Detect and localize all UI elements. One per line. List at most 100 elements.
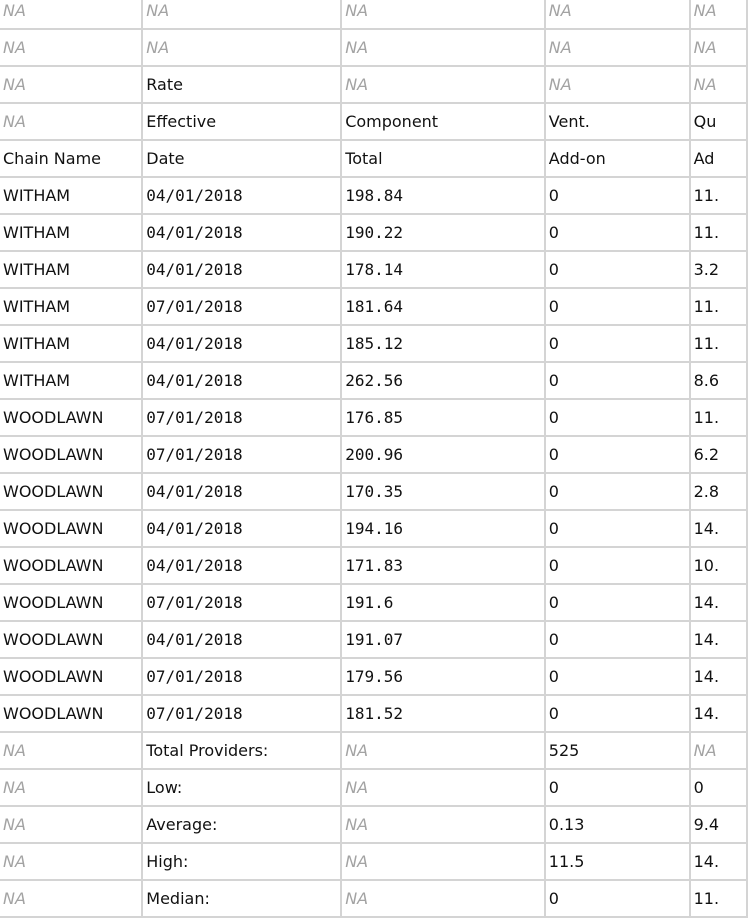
- grid-cell[interactable]: Average:: [142, 806, 343, 844]
- grid-cell[interactable]: 0: [544, 658, 691, 696]
- grid-cell[interactable]: NA: [142, 0, 343, 30]
- grid-cell[interactable]: 0: [544, 510, 691, 548]
- grid-cell[interactable]: 14.: [689, 695, 748, 733]
- grid-cell[interactable]: Rate: [142, 66, 343, 104]
- grid-cell[interactable]: WOODLAWN: [0, 399, 144, 437]
- grid-cell[interactable]: 0: [544, 473, 691, 511]
- grid-cell[interactable]: 07/01/2018: [142, 695, 343, 733]
- grid-cell[interactable]: 11.: [689, 880, 748, 918]
- grid-cell[interactable]: WITHAM: [0, 362, 144, 400]
- grid-cell[interactable]: 181.64: [341, 288, 546, 326]
- grid-cell[interactable]: 0: [544, 880, 691, 918]
- grid-cell[interactable]: NA: [689, 0, 748, 30]
- grid-cell[interactable]: 9.4: [689, 806, 748, 844]
- grid-cell[interactable]: 0.13: [544, 806, 691, 844]
- grid-cell[interactable]: 04/01/2018: [142, 177, 343, 215]
- grid-cell[interactable]: NA: [544, 29, 691, 67]
- grid-cell[interactable]: NA: [0, 103, 144, 141]
- grid-cell[interactable]: NA: [689, 29, 748, 67]
- grid-cell[interactable]: High:: [142, 843, 343, 881]
- grid-cell[interactable]: 3.2: [689, 251, 748, 289]
- grid-cell[interactable]: NA: [689, 732, 748, 770]
- grid-cell[interactable]: NA: [341, 880, 546, 918]
- grid-cell[interactable]: 0: [544, 547, 691, 585]
- grid-cell[interactable]: 14.: [689, 621, 748, 659]
- grid-cell[interactable]: 190.22: [341, 214, 546, 252]
- grid-cell[interactable]: 0: [544, 621, 691, 659]
- grid-cell[interactable]: Ad: [689, 140, 748, 178]
- grid-cell[interactable]: 2.8: [689, 473, 748, 511]
- grid-cell[interactable]: 11.: [689, 177, 748, 215]
- grid-cell[interactable]: NA: [0, 66, 144, 104]
- grid-cell[interactable]: 07/01/2018: [142, 658, 343, 696]
- grid-cell[interactable]: Add-on: [544, 140, 691, 178]
- grid-cell[interactable]: 0: [544, 288, 691, 326]
- grid-cell[interactable]: 185.12: [341, 325, 546, 363]
- grid-cell[interactable]: WITHAM: [0, 288, 144, 326]
- grid-cell[interactable]: Median:: [142, 880, 343, 918]
- grid-cell[interactable]: 11.5: [544, 843, 691, 881]
- grid-cell[interactable]: 176.85: [341, 399, 546, 437]
- grid-cell[interactable]: WITHAM: [0, 251, 144, 289]
- grid-cell[interactable]: 191.6: [341, 584, 546, 622]
- grid-cell[interactable]: 04/01/2018: [142, 510, 343, 548]
- grid-cell[interactable]: NA: [341, 0, 546, 30]
- grid-cell[interactable]: 0: [544, 584, 691, 622]
- grid-cell[interactable]: 04/01/2018: [142, 473, 343, 511]
- grid-cell[interactable]: NA: [689, 66, 748, 104]
- grid-cell[interactable]: 04/01/2018: [142, 547, 343, 585]
- grid-cell[interactable]: 0: [689, 769, 748, 807]
- grid-cell[interactable]: WOODLAWN: [0, 695, 144, 733]
- grid-cell[interactable]: NA: [341, 66, 546, 104]
- grid-cell[interactable]: 0: [544, 177, 691, 215]
- grid-cell[interactable]: NA: [0, 732, 144, 770]
- grid-cell[interactable]: 07/01/2018: [142, 584, 343, 622]
- grid-cell[interactable]: 198.84: [341, 177, 546, 215]
- grid-cell[interactable]: NA: [142, 29, 343, 67]
- grid-cell[interactable]: WOODLAWN: [0, 658, 144, 696]
- grid-cell[interactable]: 171.83: [341, 547, 546, 585]
- grid-cell[interactable]: 191.07: [341, 621, 546, 659]
- grid-cell[interactable]: NA: [341, 769, 546, 807]
- grid-cell[interactable]: NA: [0, 769, 144, 807]
- grid-cell[interactable]: NA: [0, 0, 144, 30]
- grid-cell[interactable]: 14.: [689, 658, 748, 696]
- grid-cell[interactable]: 0: [544, 251, 691, 289]
- grid-cell[interactable]: Vent.: [544, 103, 691, 141]
- grid-cell[interactable]: 04/01/2018: [142, 621, 343, 659]
- grid-cell[interactable]: NA: [544, 0, 691, 30]
- grid-cell[interactable]: 8.6: [689, 362, 748, 400]
- grid-cell[interactable]: 04/01/2018: [142, 251, 343, 289]
- grid-cell[interactable]: NA: [341, 29, 546, 67]
- grid-cell[interactable]: WITHAM: [0, 325, 144, 363]
- grid-cell[interactable]: 04/01/2018: [142, 325, 343, 363]
- grid-cell[interactable]: 0: [544, 436, 691, 474]
- grid-cell[interactable]: 0: [544, 399, 691, 437]
- grid-cell[interactable]: Total Providers:: [142, 732, 343, 770]
- grid-cell[interactable]: NA: [0, 843, 144, 881]
- grid-cell[interactable]: 04/01/2018: [142, 362, 343, 400]
- grid-cell[interactable]: NA: [0, 29, 144, 67]
- grid-cell[interactable]: 11.: [689, 399, 748, 437]
- grid-cell[interactable]: WOODLAWN: [0, 473, 144, 511]
- grid-cell[interactable]: Total: [341, 140, 546, 178]
- grid-cell[interactable]: NA: [544, 66, 691, 104]
- grid-cell[interactable]: 07/01/2018: [142, 436, 343, 474]
- grid-cell[interactable]: 194.16: [341, 510, 546, 548]
- grid-cell[interactable]: 07/01/2018: [142, 399, 343, 437]
- grid-cell[interactable]: 0: [544, 769, 691, 807]
- grid-cell[interactable]: 11.: [689, 214, 748, 252]
- grid-cell[interactable]: 11.: [689, 325, 748, 363]
- grid-cell[interactable]: WITHAM: [0, 214, 144, 252]
- grid-cell[interactable]: NA: [341, 806, 546, 844]
- grid-cell[interactable]: Effective: [142, 103, 343, 141]
- grid-cell[interactable]: NA: [0, 806, 144, 844]
- grid-cell[interactable]: WOODLAWN: [0, 547, 144, 585]
- grid-cell[interactable]: 11.: [689, 288, 748, 326]
- grid-cell[interactable]: 262.56: [341, 362, 546, 400]
- grid-cell[interactable]: 179.56: [341, 658, 546, 696]
- grid-cell[interactable]: NA: [341, 843, 546, 881]
- grid-cell[interactable]: Chain Name: [0, 140, 144, 178]
- grid-cell[interactable]: 0: [544, 214, 691, 252]
- grid-cell[interactable]: NA: [341, 732, 546, 770]
